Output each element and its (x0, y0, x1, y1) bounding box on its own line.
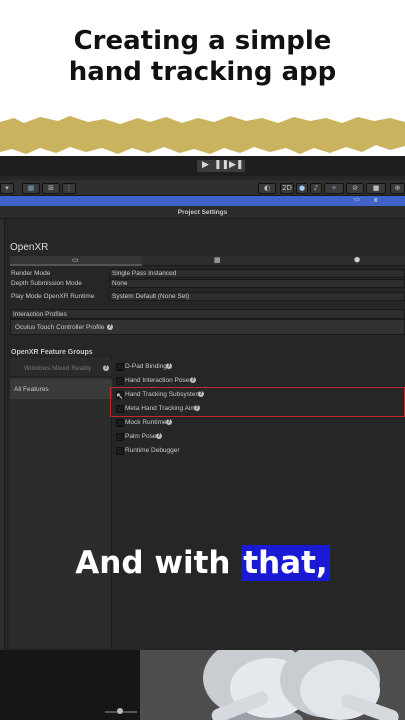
group-label: Windows Mixed Reality (24, 365, 92, 372)
render-mode-label: Render Mode (11, 270, 51, 277)
game-view-hands (140, 650, 405, 720)
feature-groups-label: OpenXR Feature Groups (11, 349, 93, 356)
timeline-panel (0, 650, 140, 720)
feature-row[interactable]: Palm Pose ? (112, 430, 405, 444)
maximize-icon[interactable]: ▭ (354, 197, 362, 203)
feature-groups-list: Windows Mixed Reality ? All Features (10, 358, 112, 648)
grid-snap-button[interactable]: ▦ (22, 183, 40, 194)
android-icon: ▦ (214, 257, 221, 264)
interaction-profiles-label: Interaction Profiles (13, 311, 67, 318)
depth-submission-dropdown[interactable]: None (109, 279, 405, 288)
feature-checkbox[interactable] (116, 433, 124, 441)
interaction-profile-row[interactable]: Oculus Touch Controller Profile ? (10, 319, 405, 335)
project-settings-tab-bar: ▭ x (0, 196, 405, 206)
play-mode-runtime-dropdown[interactable]: System Default (None Set) (109, 292, 405, 301)
play-icon[interactable]: ▶ (199, 160, 212, 171)
render-mode-dropdown[interactable]: Single Pass Instanced (109, 269, 405, 278)
play-controls: ▶ ❚❚ ▶❚ (197, 160, 245, 172)
feature-row[interactable]: Hand Interaction Poses ? (112, 374, 405, 388)
feature-label: Runtime Debugger (125, 447, 180, 454)
group-windows-mixed-reality[interactable]: Windows Mixed Reality ? (10, 360, 112, 377)
help-icon[interactable]: ? (156, 433, 162, 439)
window-title: Project Settings (177, 209, 228, 216)
feature-label: Hand Interaction Poses (125, 377, 193, 384)
effects-icon[interactable]: ✧ (324, 183, 344, 194)
zoom-slider-thumb[interactable] (117, 708, 123, 714)
help-icon[interactable]: ? (190, 377, 196, 383)
video-caption: And with that, (0, 538, 405, 588)
hidden-objects-icon[interactable]: ⊘ (346, 183, 364, 194)
group-label: All Features (14, 386, 49, 393)
feature-row[interactable]: Mock Runtime ? (112, 416, 405, 430)
scene-toolbar: ▾ ▦ ⊞ ⋮ ◐ 2D ● ♪ ✧ ⊘ ■ ⊕ (0, 180, 405, 196)
caption-text: And with (75, 545, 231, 581)
help-icon[interactable]: ? (166, 363, 172, 369)
openxr-heading: OpenXR (10, 242, 49, 253)
feature-label: Mock Runtime (125, 419, 167, 426)
help-icon[interactable]: ? (107, 324, 113, 330)
gold-torn-banner (0, 116, 405, 154)
help-icon[interactable]: ? (103, 365, 109, 371)
view-2d-button[interactable]: 2D (280, 183, 294, 194)
pause-icon[interactable]: ❚❚ (214, 160, 229, 171)
tab-desktop[interactable]: ▭ (10, 256, 142, 266)
window-title-bar: Project Settings (0, 206, 405, 219)
tool-dropdown[interactable]: ▾ (0, 183, 14, 194)
desktop-icon: ▭ (72, 257, 79, 264)
caption-highlight: that, (241, 545, 330, 581)
lighting-icon[interactable]: ● (296, 183, 308, 194)
video-title: Creating a simple hand tracking app (0, 26, 405, 88)
tab-android[interactable]: ▦ (142, 256, 274, 266)
selection-highlight (110, 387, 405, 417)
interaction-profiles-header: Interaction Profiles (10, 309, 405, 319)
features-list: D-Pad Binding ? Hand Interaction Poses ?… (110, 358, 405, 458)
help-icon[interactable]: ? (166, 419, 172, 425)
feature-checkbox[interactable] (116, 377, 124, 385)
interaction-profile-name: Oculus Touch Controller Profile (15, 324, 105, 331)
feature-row[interactable]: Runtime Debugger (112, 444, 405, 458)
feature-checkbox[interactable] (116, 363, 124, 371)
feature-row[interactable]: D-Pad Binding ? (112, 360, 405, 374)
shading-mode-button[interactable]: ◐ (258, 183, 276, 194)
tab-web[interactable]: ⬢ (274, 256, 405, 266)
feature-label: D-Pad Binding (125, 363, 167, 370)
platform-tabs: ▭ ▦ ⬢ (10, 256, 405, 266)
title-line-2: hand tracking app (68, 57, 337, 87)
play-toolbar: ▶ ❚❚ ▶❚ (0, 156, 405, 176)
camera-icon[interactable]: ■ (366, 183, 386, 194)
play-mode-runtime-label: Play Mode OpenXR Runtime (11, 293, 95, 300)
gizmos-icon[interactable]: ⊕ (390, 183, 405, 194)
feature-checkbox[interactable] (116, 419, 124, 427)
step-icon[interactable]: ▶❚ (229, 160, 243, 171)
grid-button[interactable]: ⋮ (62, 183, 76, 194)
feature-checkbox[interactable] (116, 447, 124, 455)
close-icon[interactable]: x (374, 196, 378, 205)
feature-label: Palm Pose (125, 433, 157, 440)
depth-submission-label: Depth Submission Mode (11, 280, 82, 287)
settings-sidebar-edge (0, 219, 5, 656)
bottom-strip (0, 650, 405, 720)
web-icon: ⬢ (354, 257, 361, 264)
group-all-features[interactable]: All Features (10, 379, 112, 399)
audio-icon[interactable]: ♪ (310, 183, 322, 194)
title-line-1: Creating a simple (73, 26, 332, 56)
snap-increment-button[interactable]: ⊞ (42, 183, 60, 194)
